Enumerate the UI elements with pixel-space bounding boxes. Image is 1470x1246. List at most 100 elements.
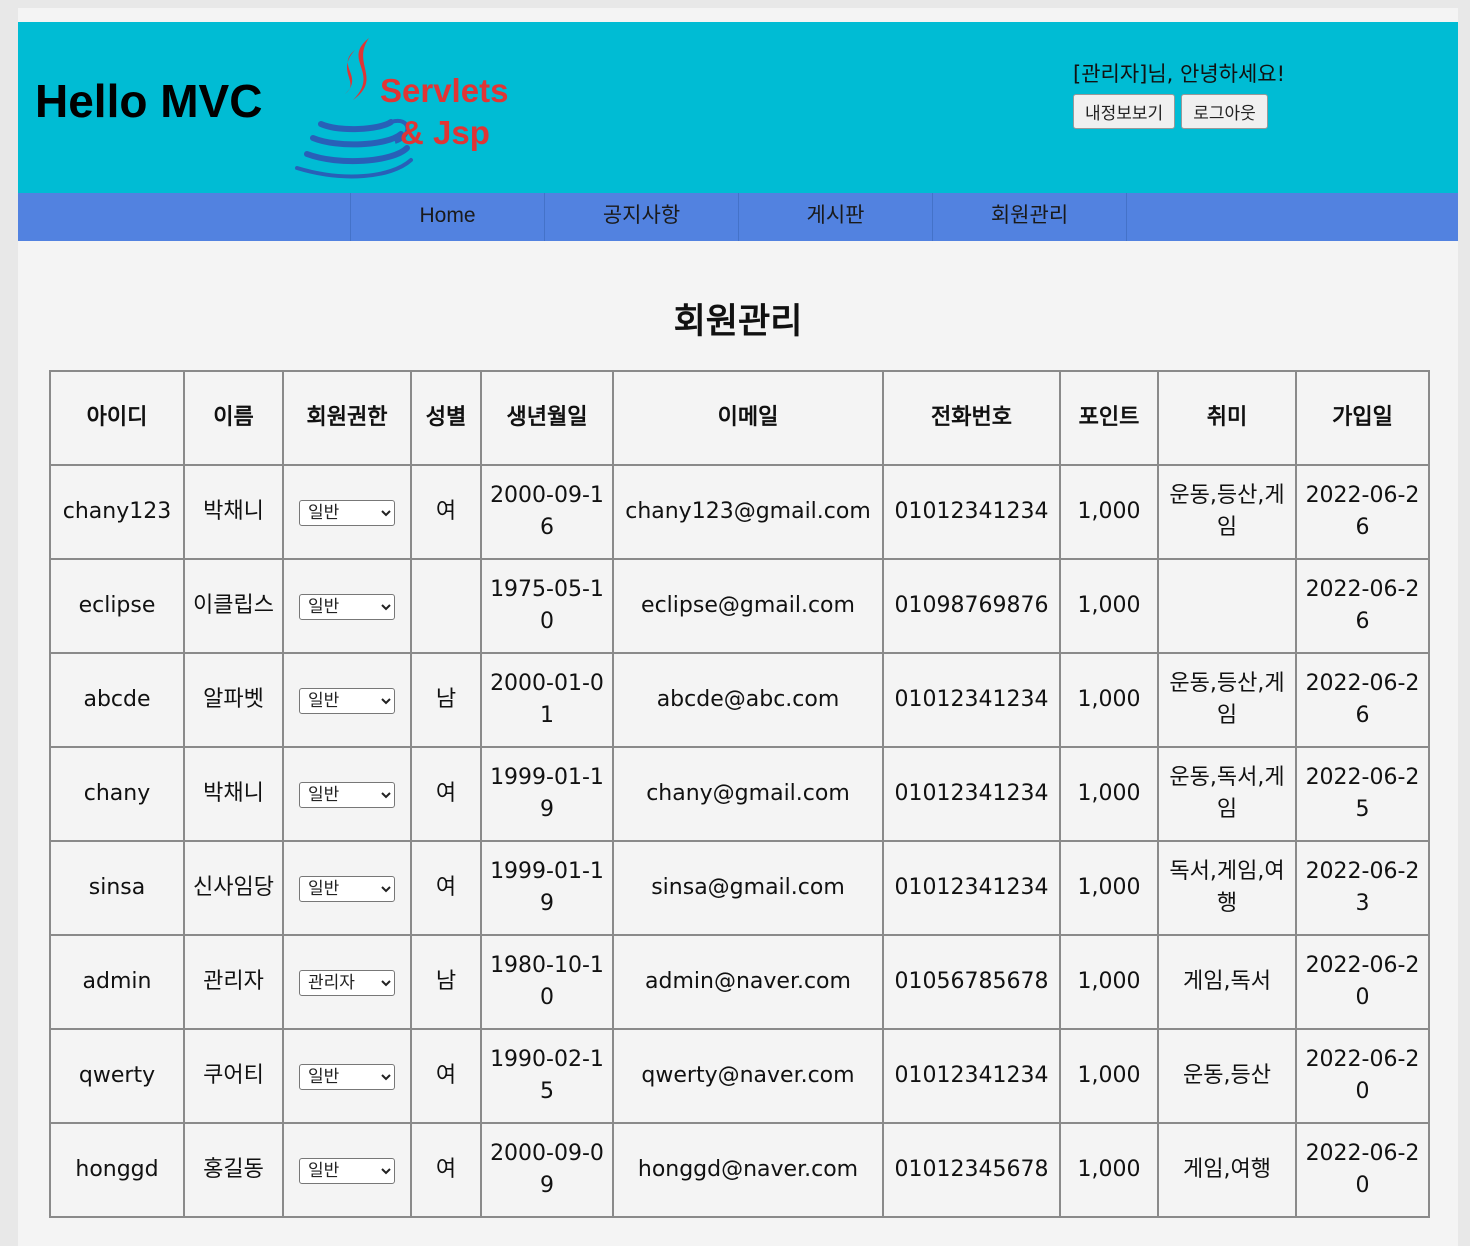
nav-item-board[interactable]: 게시판 (738, 193, 932, 241)
cell-id: sinsa (49, 840, 185, 936)
column-header-hobby: 취미 (1157, 370, 1297, 466)
cell-hobby: 운동,등산,게임 (1157, 652, 1297, 748)
cell-birth: 1999-01-19 (480, 840, 614, 936)
cell-role: 일반 (282, 1122, 412, 1218)
role-select[interactable]: 일반 (299, 876, 395, 902)
member-table: 아이디 이름 회원권한 성별 생년월일 이메일 전화번호 포인트 취미 가입일 chany123 박… (49, 370, 1430, 1218)
cell-id: qwerty (49, 1028, 185, 1124)
table-row: eclipse 이클립스 일반 1975-05-10 eclipse@gmail.com… (49, 558, 1430, 654)
cell-name: 알파벳 (183, 652, 284, 748)
cell-role: 일반 (282, 840, 412, 936)
column-header-joined: 가입일 (1295, 370, 1430, 466)
cell-point: 1,000 (1059, 934, 1159, 1030)
cell-joined: 2022-06-20 (1295, 1028, 1430, 1124)
column-header-name: 이름 (183, 370, 284, 466)
cell-id: eclipse (49, 558, 185, 654)
column-header-birth: 생년월일 (480, 370, 614, 466)
cell-id: honggd (49, 1122, 185, 1218)
cell-phone: 01012341234 (882, 746, 1061, 842)
cell-gender: 여 (410, 1122, 482, 1218)
cell-name: 홍길동 (183, 1122, 284, 1218)
cell-email: chany@gmail.com (612, 746, 884, 842)
role-select[interactable]: 일반 (299, 782, 395, 808)
role-select[interactable]: 일반 (299, 1064, 395, 1090)
cell-birth: 1980-10-10 (480, 934, 614, 1030)
nav-item-home[interactable]: Home (350, 193, 544, 241)
cell-joined: 2022-06-20 (1295, 934, 1430, 1030)
cell-phone: 01012341234 (882, 1028, 1061, 1124)
role-select[interactable]: 일반 (299, 500, 395, 526)
cell-joined: 2022-06-23 (1295, 840, 1430, 936)
cell-phone: 01098769876 (882, 558, 1061, 654)
table-row: chany 박채니 일반 여 1999-01-19 chany@gmail.com 0101… (49, 746, 1430, 842)
cell-hobby (1157, 558, 1297, 654)
cell-email: honggd@naver.com (612, 1122, 884, 1218)
header-row: 아이디 이름 회원권한 성별 생년월일 이메일 전화번호 포인트 취미 가입일 (49, 370, 1430, 466)
cell-hobby: 운동,등산,게임 (1157, 464, 1297, 560)
logo-text-jsp: & Jsp (400, 114, 490, 151)
cell-name: 박채니 (183, 464, 284, 560)
cell-point: 1,000 (1059, 464, 1159, 560)
nav-item-notice[interactable]: 공지사항 (544, 193, 738, 241)
cell-name: 관리자 (183, 934, 284, 1030)
cell-name: 신사임당 (183, 840, 284, 936)
cell-gender: 여 (410, 746, 482, 842)
cell-point: 1,000 (1059, 746, 1159, 842)
cell-gender (410, 558, 482, 654)
cell-name: 박채니 (183, 746, 284, 842)
my-info-button[interactable]: 내정보보기 (1073, 94, 1176, 129)
cell-birth: 2000-01-01 (480, 652, 614, 748)
cell-birth: 2000-09-16 (480, 464, 614, 560)
column-header-email: 이메일 (612, 370, 884, 466)
cell-hobby: 게임,여행 (1157, 1122, 1297, 1218)
cell-phone: 01012345678 (882, 1122, 1061, 1218)
cell-role: 관리자 (282, 934, 412, 1030)
cell-name: 쿠어티 (183, 1028, 284, 1124)
logout-button[interactable]: 로그아웃 (1181, 94, 1268, 129)
cell-role: 일반 (282, 652, 412, 748)
cell-id: chany123 (49, 464, 185, 560)
user-area: [관리자]님, 안녕하세요! 내정보보기 로그아웃 (1073, 58, 1285, 129)
cell-role: 일반 (282, 746, 412, 842)
column-header-phone: 전화번호 (882, 370, 1061, 466)
cell-birth: 1999-01-19 (480, 746, 614, 842)
column-header-id: 아이디 (49, 370, 185, 466)
column-header-point: 포인트 (1059, 370, 1159, 466)
role-select[interactable]: 일반 (299, 594, 395, 620)
role-select[interactable]: 관리자 (299, 970, 395, 996)
cell-birth: 1975-05-10 (480, 558, 614, 654)
table-row: sinsa 신사임당 일반 여 1999-01-19 sinsa@gmail.com 010… (49, 840, 1430, 936)
site-brand: Hello MVC (35, 75, 263, 127)
cell-email: eclipse@gmail.com (612, 558, 884, 654)
cell-role: 일반 (282, 1028, 412, 1124)
cell-email: qwerty@naver.com (612, 1028, 884, 1124)
cell-email: chany123@gmail.com (612, 464, 884, 560)
role-select[interactable]: 일반 (299, 1158, 395, 1184)
logo-text-servlets: Servlets (380, 72, 508, 109)
cell-gender: 여 (410, 464, 482, 560)
cell-id: abcde (49, 652, 185, 748)
table-row: abcde 알파벳 일반 남 2000-01-01 abcde@abc.com 010123… (49, 652, 1430, 748)
role-select[interactable]: 일반 (299, 688, 395, 714)
cell-hobby: 운동,등산 (1157, 1028, 1297, 1124)
cell-point: 1,000 (1059, 840, 1159, 936)
cell-gender: 여 (410, 1028, 482, 1124)
cell-hobby: 독서,게임,여행 (1157, 840, 1297, 936)
cell-id: chany (49, 746, 185, 842)
cell-joined: 2022-06-26 (1295, 464, 1430, 560)
column-header-role: 회원권한 (282, 370, 412, 466)
page-title: 회원관리 (673, 302, 803, 342)
cell-birth: 2000-09-09 (480, 1122, 614, 1218)
cell-joined: 2022-06-26 (1295, 652, 1430, 748)
nav-item-member-admin[interactable]: 회원관리 (932, 193, 1127, 241)
cell-hobby: 게임,독서 (1157, 934, 1297, 1030)
cell-joined: 2022-06-25 (1295, 746, 1430, 842)
member-table-head: 아이디 이름 회원권한 성별 생년월일 이메일 전화번호 포인트 취미 가입일 (49, 370, 1430, 466)
cell-phone: 01012341234 (882, 652, 1061, 748)
cell-joined: 2022-06-26 (1295, 558, 1430, 654)
cell-hobby: 운동,독서,게임 (1157, 746, 1297, 842)
table-row: qwerty 쿠어티 일반 여 1990-02-15 qwerty@naver.com 01… (49, 1028, 1430, 1124)
java-servlets-logo: Servlets & Jsp (295, 38, 508, 179)
cell-gender: 남 (410, 652, 482, 748)
greeting-text: [관리자]님, 안녕하세요! (1073, 62, 1286, 86)
